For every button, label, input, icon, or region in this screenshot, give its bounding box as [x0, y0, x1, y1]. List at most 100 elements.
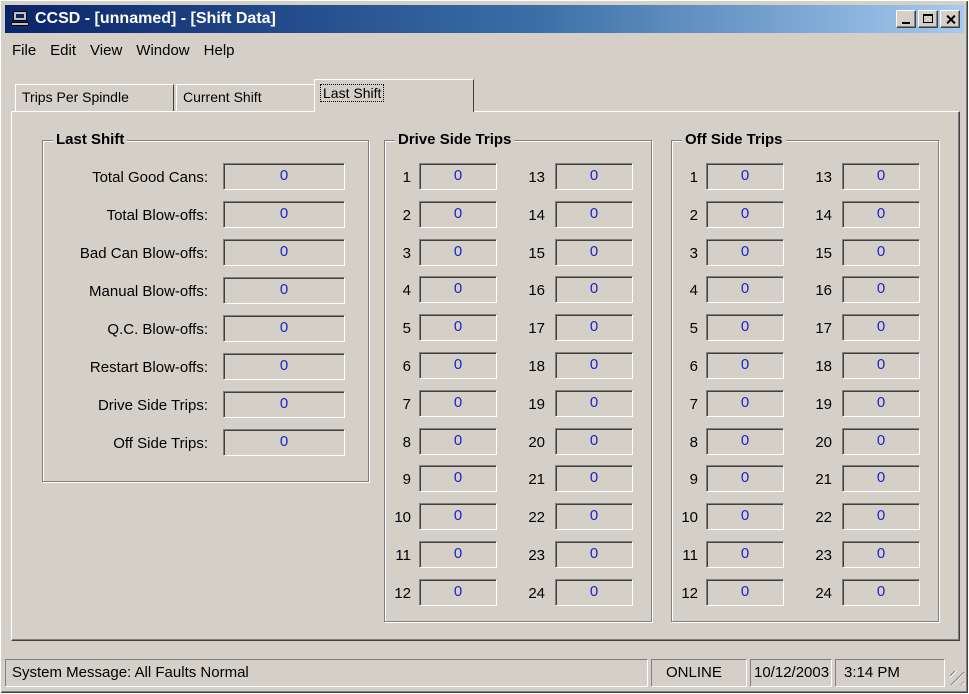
off-side-trip-value-field: 0 [842, 465, 920, 493]
drive-side-trip-index-label: 21 [528, 471, 545, 489]
drive-side-trip-index-label: 16 [528, 282, 545, 300]
off-side-trip-index-label: 5 [689, 320, 698, 338]
drive-side-trip-value-field: 0 [555, 238, 633, 266]
menu-help[interactable]: Help [197, 42, 242, 59]
off-side-trip-index-label: 19 [815, 395, 832, 413]
drive-side-trips-title: Drive Side Trips [395, 131, 515, 148]
drive-side-trip-index-label: 20 [528, 433, 545, 451]
off-side-trip-index-label: 8 [689, 433, 698, 451]
off-side-trip-value-field: 0 [842, 276, 920, 304]
off-side-trip-index-label: 24 [815, 584, 832, 602]
restart-blow-offs-field: 0 [223, 353, 345, 380]
drive-side-trip-value-field: 0 [555, 314, 633, 342]
drive-side-trip-value-field: 0 [419, 389, 497, 417]
close-button[interactable] [940, 10, 960, 28]
off-side-trips-label: Off Side Trips: [113, 435, 208, 452]
off-side-trip-value-field: 0 [706, 541, 784, 568]
resize-grip-icon[interactable] [950, 671, 964, 685]
off-side-trip-value-field: 0 [706, 503, 784, 531]
drive-side-trip-value-field: 0 [419, 541, 497, 568]
drive-side-trip-index-label: 1 [402, 169, 411, 186]
off-side-trip-index-label: 16 [815, 282, 832, 300]
drive-side-trip-value-field: 0 [555, 465, 633, 493]
drive-side-trip-index-label: 5 [402, 320, 411, 338]
drive-side-trip-value-field: 0 [555, 427, 633, 455]
off-side-trips-title: Off Side Trips [682, 131, 786, 148]
tab-label: Trips Per Spindle [22, 89, 129, 105]
minimize-button[interactable] [896, 10, 916, 28]
drive-side-trip-index-label: 15 [528, 244, 545, 262]
menu-file[interactable]: File [5, 42, 43, 59]
drive-side-trip-index-label: 7 [402, 395, 411, 413]
drive-side-trip-index-label: 10 [394, 509, 411, 527]
drive-side-trip-index-label: 18 [528, 358, 545, 375]
off-side-trip-index-label: 23 [815, 547, 832, 564]
manual-blow-offs-label: Manual Blow-offs: [89, 283, 208, 300]
off-side-trip-index-label: 11 [682, 547, 698, 564]
off-side-trip-index-label: 12 [681, 584, 698, 602]
bad-can-blow-offs-field: 0 [223, 239, 345, 266]
off-side-trip-index-label: 3 [689, 244, 698, 262]
drive-side-trip-value-field: 0 [419, 503, 497, 531]
drive-side-trip-index-label: 23 [528, 547, 545, 564]
app-window: CCSD - [unnamed] - [Shift Data] File Edi… [0, 0, 969, 694]
off-side-trip-value-field: 0 [842, 200, 920, 228]
off-side-trip-index-label: 2 [689, 206, 698, 224]
menu-edit[interactable]: Edit [43, 42, 83, 59]
last-shift-group-title: Last Shift [53, 131, 128, 148]
off-side-trips-group: Off Side Trips 1 0 2 0 3 0 4 0 5 0 6 0 7 0 8 0 9 0 10 0 11 0 1… [671, 131, 939, 622]
terminal-icon[interactable] [11, 11, 31, 27]
drive-side-trip-index-label: 11 [395, 547, 411, 564]
maximize-icon [923, 14, 933, 23]
off-side-trip-value-field: 0 [842, 578, 920, 606]
off-side-trip-index-label: 15 [815, 244, 832, 262]
off-side-trip-index-label: 17 [815, 320, 832, 338]
drive-side-trip-value-field: 0 [419, 352, 497, 379]
tab-current-shift[interactable]: Current Shift [176, 84, 316, 111]
drive-side-trip-index-label: 22 [528, 509, 545, 527]
off-side-trip-value-field: 0 [706, 314, 784, 342]
minimize-icon [902, 22, 910, 24]
qc-blow-offs-label: Q.C. Blow-offs: [107, 321, 208, 338]
connection-status: ONLINE [651, 659, 747, 687]
drive-side-trips-label: Drive Side Trips: [97, 397, 208, 414]
total-blow-offs-label: Total Blow-offs: [106, 207, 208, 224]
off-side-trip-index-label: 18 [815, 358, 832, 375]
drive-side-trip-index-label: 24 [528, 584, 545, 602]
drive-side-trip-index-label: 14 [528, 206, 545, 224]
off-side-trip-value-field: 0 [706, 578, 784, 606]
maximize-button[interactable] [918, 10, 938, 28]
off-side-trip-value-field: 0 [842, 389, 920, 417]
total-blow-offs-field: 0 [223, 201, 345, 228]
off-side-trip-value-field: 0 [842, 427, 920, 455]
last-shift-group: Last Shift Total Good Cans: 0 Total Blow… [42, 131, 369, 482]
qc-blow-offs-field: 0 [223, 315, 345, 342]
off-side-trip-value-field: 0 [842, 352, 920, 379]
tab-last-shift[interactable]: Last Shift [314, 79, 474, 112]
drive-side-trip-index-label: 9 [402, 471, 411, 489]
title-bar[interactable]: CCSD - [unnamed] - [Shift Data] [5, 5, 964, 33]
restart-blow-offs-label: Restart Blow-offs: [89, 359, 208, 376]
off-side-trip-value-field: 0 [706, 200, 784, 228]
drive-side-trip-value-field: 0 [555, 541, 633, 568]
menu-window[interactable]: Window [129, 42, 196, 59]
drive-side-trip-index-label: 6 [402, 358, 411, 375]
off-side-trip-index-label: 9 [689, 471, 698, 489]
off-side-trip-value-field: 0 [842, 541, 920, 568]
menu-view[interactable]: View [83, 42, 129, 59]
drive-side-trip-value-field: 0 [555, 578, 633, 606]
status-date: 10/12/2003 [750, 659, 832, 687]
off-side-trip-index-label: 7 [689, 395, 698, 413]
drive-side-trip-value-field: 0 [555, 352, 633, 379]
off-side-trip-value-field: 0 [706, 276, 784, 304]
menu-bar: File Edit View Window Help [5, 39, 242, 61]
off-side-trip-index-label: 21 [815, 471, 832, 489]
drive-side-trip-value-field: 0 [555, 163, 633, 190]
tab-panel-last-shift: Last Shift Total Good Cans: 0 Total Blow… [11, 111, 960, 641]
off-side-trip-index-label: 14 [815, 206, 832, 224]
drive-side-trip-value-field: 0 [419, 465, 497, 493]
window-title: CCSD - [unnamed] - [Shift Data] [35, 10, 276, 27]
drive-side-trip-value-field: 0 [555, 503, 633, 531]
tab-label: Last Shift [319, 84, 385, 102]
tab-trips-per-spindle[interactable]: Trips Per Spindle [15, 84, 174, 111]
